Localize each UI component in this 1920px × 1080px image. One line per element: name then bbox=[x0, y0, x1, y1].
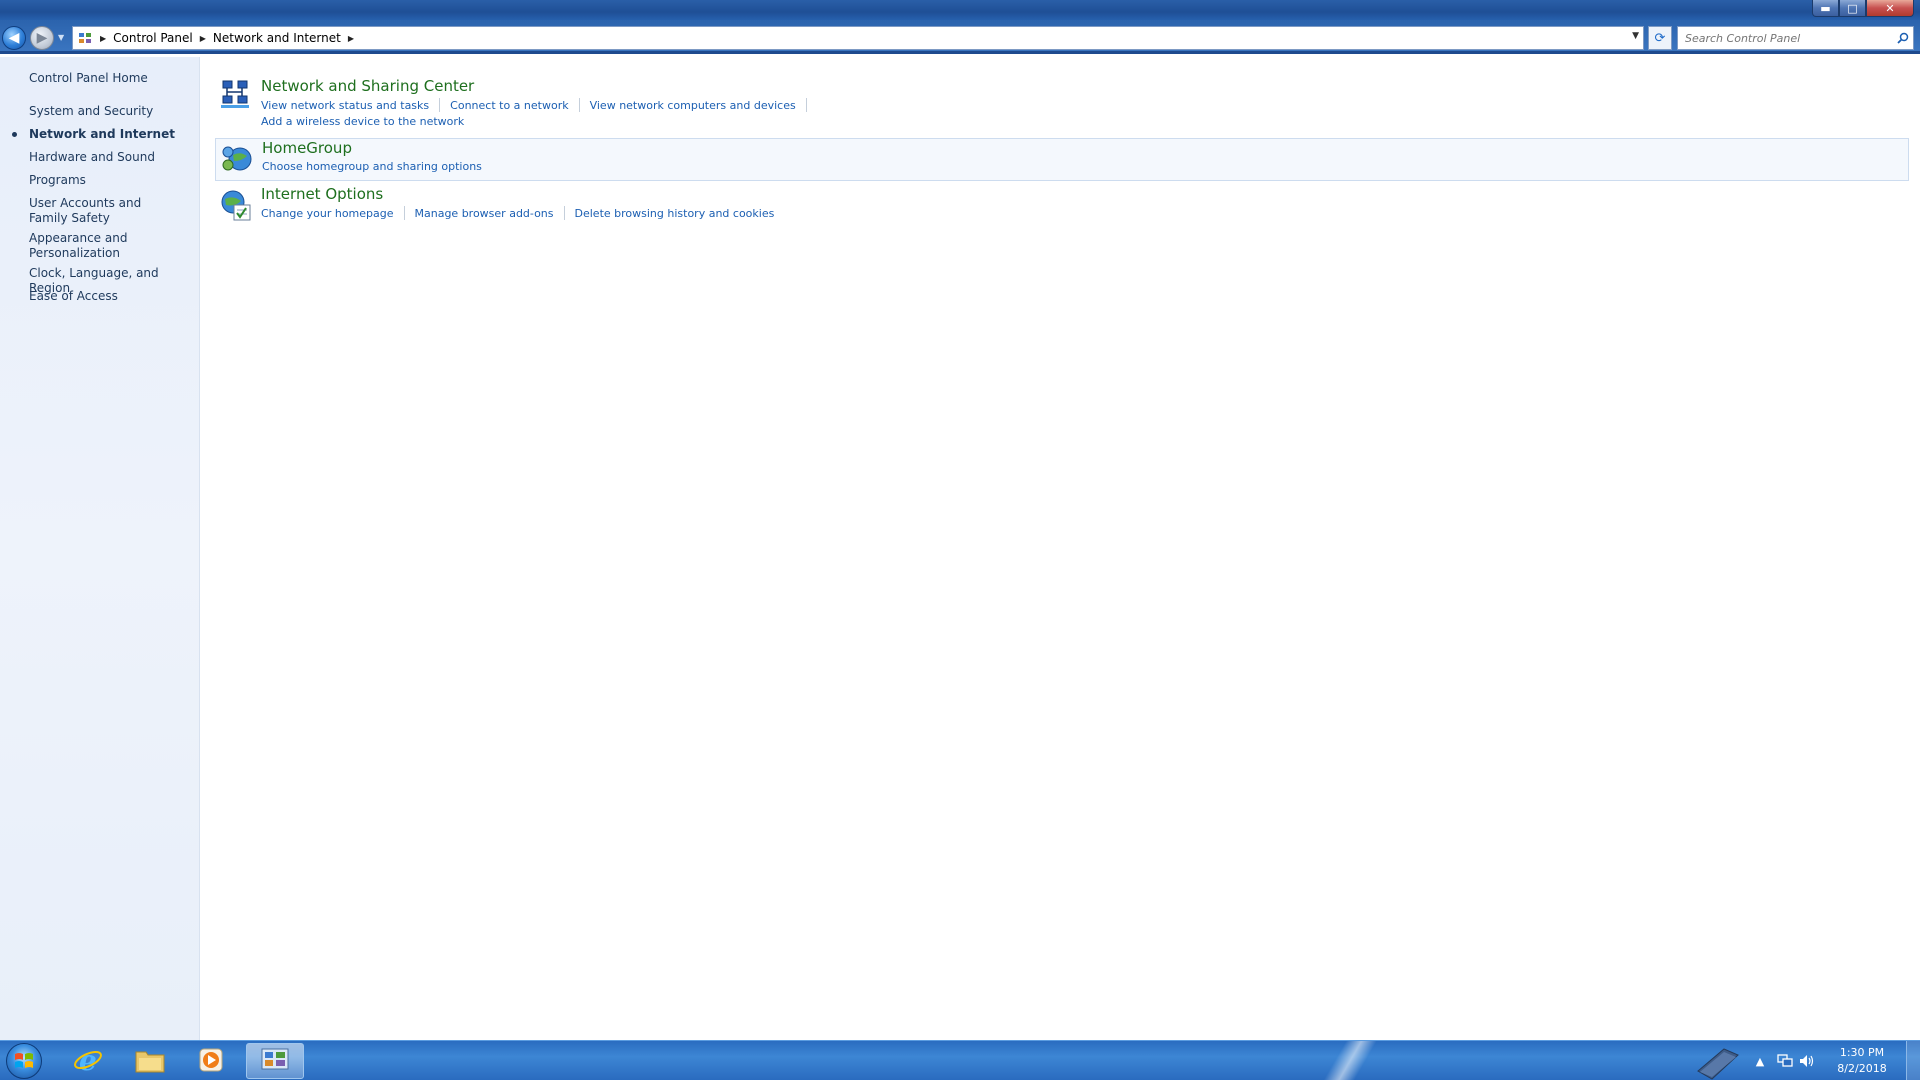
breadcrumb-control-panel[interactable]: Control Panel bbox=[113, 31, 193, 45]
start-button[interactable] bbox=[6, 1043, 42, 1079]
breadcrumb-separator[interactable]: ▶ bbox=[200, 34, 206, 43]
nav-user-accounts[interactable]: User Accounts and Family Safety bbox=[29, 196, 179, 226]
main-content: Network and Sharing Center View network … bbox=[201, 57, 1920, 1040]
taskbar-file-explorer[interactable] bbox=[122, 1043, 178, 1079]
left-navigation-pane: Control Panel Home System and Security N… bbox=[0, 57, 200, 1040]
link-separator bbox=[563, 206, 565, 220]
link-add-wireless-device[interactable]: Add a wireless device to the network bbox=[261, 115, 464, 128]
link-view-network-status[interactable]: View network status and tasks bbox=[261, 99, 429, 112]
taskbar-glow bbox=[1290, 1041, 1410, 1080]
search-box[interactable] bbox=[1677, 26, 1914, 50]
category-title[interactable]: HomeGroup bbox=[262, 139, 352, 157]
control-panel-icon[interactable] bbox=[77, 30, 93, 46]
category-title[interactable]: Network and Sharing Center bbox=[261, 77, 474, 95]
taskbar-media-player[interactable] bbox=[183, 1043, 239, 1079]
link-connect-to-network[interactable]: Connect to a network bbox=[450, 99, 568, 112]
nav-system-and-security[interactable]: System and Security bbox=[29, 104, 194, 119]
recent-pages-dropdown[interactable]: ▼ bbox=[58, 33, 64, 42]
link-separator bbox=[403, 206, 405, 220]
category-links: Change your homepage Manage browser add-… bbox=[261, 206, 774, 220]
breadcrumb-separator[interactable]: ▶ bbox=[100, 34, 106, 43]
category-links: Add a wireless device to the network bbox=[261, 115, 464, 128]
link-separator bbox=[805, 98, 807, 112]
active-bullet-icon bbox=[12, 132, 17, 137]
category-links: Choose homegroup and sharing options bbox=[262, 160, 482, 173]
category-homegroup: HomeGroup Choose homegroup and sharing o… bbox=[215, 138, 1909, 181]
network-sharing-icon[interactable] bbox=[219, 79, 253, 113]
category-internet-options: Internet Options Change your homepage Ma… bbox=[215, 185, 1909, 230]
nav-ease-of-access[interactable]: Ease of Access bbox=[29, 289, 194, 304]
nav-programs[interactable]: Programs bbox=[29, 173, 194, 188]
title-bar: ▬ □ ✕ bbox=[0, 0, 1920, 20]
link-separator bbox=[578, 98, 580, 112]
internet-explorer-icon: e bbox=[73, 1044, 103, 1078]
control-panel-home-link[interactable]: Control Panel Home bbox=[29, 71, 194, 86]
address-dropdown[interactable]: ▼ bbox=[1632, 31, 1639, 41]
nav-network-and-internet[interactable]: Network and Internet bbox=[29, 127, 194, 142]
category-network-and-sharing-center: Network and Sharing Center View network … bbox=[215, 75, 1909, 135]
clock-date: 8/2/2018 bbox=[1837, 1062, 1887, 1075]
link-delete-browsing-history[interactable]: Delete browsing history and cookies bbox=[575, 207, 775, 220]
show-desktop-button[interactable] bbox=[1906, 1041, 1920, 1080]
link-change-homepage[interactable]: Change your homepage bbox=[261, 207, 394, 220]
network-icon[interactable] bbox=[1774, 1051, 1796, 1071]
windows-logo-icon bbox=[15, 1053, 33, 1068]
forward-button[interactable]: ▶ bbox=[30, 26, 54, 50]
back-button[interactable]: ◀ bbox=[2, 26, 26, 50]
nav-hardware-and-sound[interactable]: Hardware and Sound bbox=[29, 150, 194, 165]
taskbar-control-panel[interactable] bbox=[246, 1043, 304, 1079]
search-input[interactable] bbox=[1678, 28, 1893, 48]
media-player-icon bbox=[197, 1046, 225, 1077]
search-icon[interactable] bbox=[1893, 32, 1913, 44]
internet-options-icon[interactable] bbox=[219, 189, 253, 223]
clock-time: 1:30 PM bbox=[1839, 1046, 1885, 1059]
breadcrumb-separator[interactable]: ▶ bbox=[348, 34, 354, 43]
link-choose-homegroup[interactable]: Choose homegroup and sharing options bbox=[262, 160, 482, 173]
window-controls: ▬ □ ✕ bbox=[1812, 0, 1914, 17]
folder-icon bbox=[134, 1046, 166, 1077]
category-title[interactable]: Internet Options bbox=[261, 185, 383, 203]
volume-icon[interactable] bbox=[1796, 1051, 1818, 1071]
close-button[interactable]: ✕ bbox=[1866, 0, 1914, 17]
category-links: View network status and tasks Connect to… bbox=[261, 98, 817, 112]
control-panel-icon bbox=[260, 1047, 290, 1076]
breadcrumb-network-and-internet[interactable]: Network and Internet bbox=[213, 31, 341, 45]
link-manage-addons[interactable]: Manage browser add-ons bbox=[415, 207, 554, 220]
refresh-button[interactable]: ⟳ bbox=[1648, 26, 1672, 50]
svg-text:e: e bbox=[79, 1045, 97, 1075]
link-separator bbox=[439, 98, 441, 112]
taskbar: e ▲ 1:30 PM 8/2/2018 bbox=[0, 1040, 1920, 1080]
taskbar-clock[interactable]: 1:30 PM 8/2/2018 bbox=[1824, 1045, 1900, 1077]
address-toolbar: ◀ ▶ ▼ ▶ Control Panel ▶ Network and Inte… bbox=[0, 20, 1920, 54]
maximize-button[interactable]: □ bbox=[1839, 0, 1866, 17]
taskbar-internet-explorer[interactable]: e bbox=[60, 1043, 116, 1079]
breadcrumb[interactable]: ▶ Control Panel ▶ Network and Internet ▶… bbox=[72, 26, 1644, 50]
system-tray: ▲ 1:30 PM 8/2/2018 bbox=[1690, 1041, 1920, 1080]
link-view-network-computers[interactable]: View network computers and devices bbox=[590, 99, 796, 112]
book-icon[interactable] bbox=[1690, 1041, 1746, 1080]
homegroup-icon[interactable] bbox=[220, 141, 254, 175]
show-hidden-icons-button[interactable]: ▲ bbox=[1746, 1051, 1774, 1071]
nav-appearance[interactable]: Appearance and Personalization bbox=[29, 231, 139, 261]
minimize-button[interactable]: ▬ bbox=[1812, 0, 1839, 17]
